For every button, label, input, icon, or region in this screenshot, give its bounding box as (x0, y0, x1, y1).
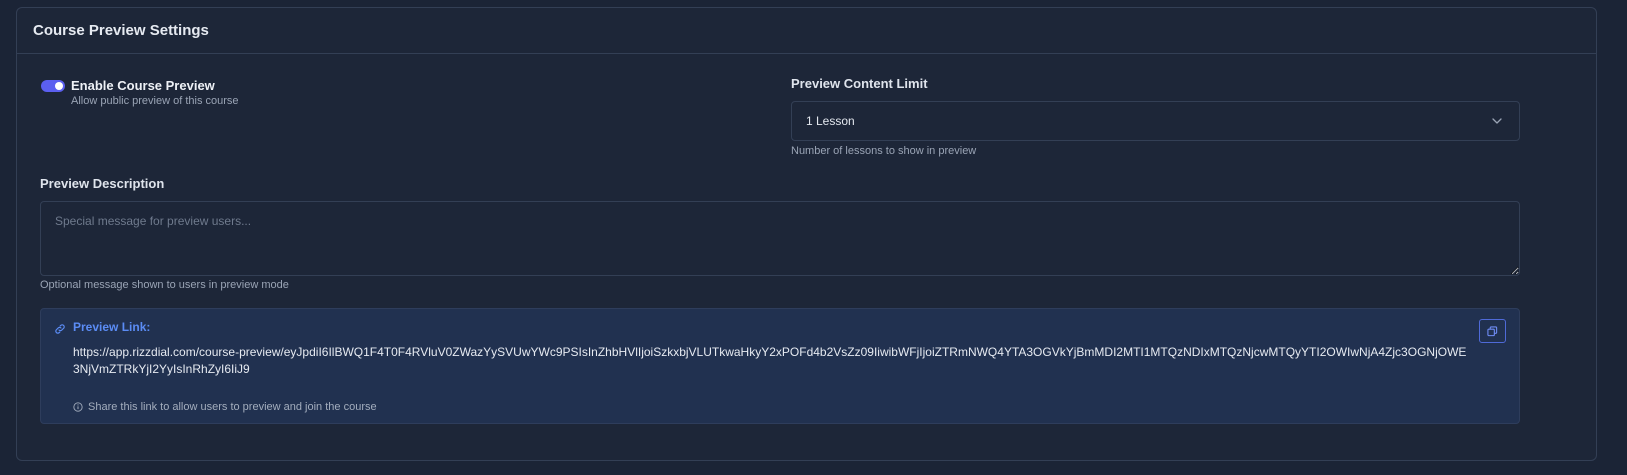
preview-description-help: Optional message shown to users in previ… (40, 279, 289, 291)
info-icon (73, 402, 83, 412)
copy-icon (1487, 325, 1498, 336)
preview-settings-card: Course Preview Settings Enable Course Pr… (16, 7, 1597, 461)
content-limit-label: Preview Content Limit (791, 76, 928, 91)
enable-preview-label: Enable Course Preview (71, 78, 215, 93)
card-header: Course Preview Settings (17, 8, 1596, 54)
link-icon (55, 324, 65, 334)
content-limit-value: 1 Lesson (806, 114, 855, 128)
preview-link-url[interactable]: https://app.rizzdial.com/course-preview/… (73, 344, 1471, 378)
card-title: Course Preview Settings (33, 22, 209, 39)
content-limit-select[interactable]: 1 Lesson (791, 101, 1520, 141)
copy-link-button[interactable] (1479, 319, 1506, 343)
preview-description-label: Preview Description (40, 176, 165, 191)
preview-link-title: Preview Link: (73, 320, 151, 334)
chevron-down-icon (1492, 118, 1502, 124)
enable-preview-toggle[interactable] (41, 80, 65, 92)
preview-description-input[interactable] (40, 201, 1520, 276)
enable-preview-help: Allow public preview of this course (71, 95, 239, 107)
share-help-row: Share this link to allow users to previe… (73, 401, 377, 413)
toggle-knob (55, 82, 63, 90)
preview-link-box: Preview Link: https://app.rizzdial.com/c… (40, 308, 1520, 424)
enable-preview-text: Enable Course Preview Allow public previ… (71, 78, 239, 107)
share-help-text: Share this link to allow users to previe… (88, 401, 377, 413)
content-limit-help: Number of lessons to show in preview (791, 145, 977, 157)
enable-preview-row: Enable Course Preview Allow public previ… (41, 78, 239, 107)
